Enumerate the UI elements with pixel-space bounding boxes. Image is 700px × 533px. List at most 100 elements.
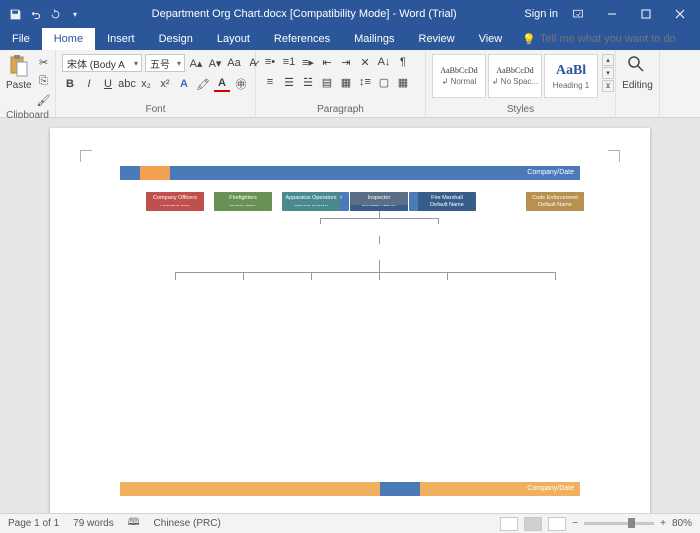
tab-insert[interactable]: Insert bbox=[95, 28, 147, 50]
tab-view[interactable]: View bbox=[467, 28, 515, 50]
group-editing: Editing bbox=[616, 50, 660, 117]
save-icon[interactable] bbox=[8, 7, 22, 21]
underline-button[interactable]: U bbox=[100, 76, 116, 92]
style-normal[interactable]: AaBbCcDd↲ Normal bbox=[432, 54, 486, 98]
tab-layout[interactable]: Layout bbox=[205, 28, 262, 50]
web-layout-button[interactable] bbox=[548, 517, 566, 531]
line-spacing-icon[interactable]: ↕≡ bbox=[357, 74, 373, 90]
paste-button[interactable]: Paste bbox=[6, 54, 32, 91]
ribbon-options-icon[interactable] bbox=[564, 0, 592, 28]
find-icon bbox=[626, 54, 650, 78]
minimize-button[interactable] bbox=[598, 0, 626, 28]
bold-button[interactable]: B bbox=[62, 76, 78, 92]
node-marshall[interactable]: Fire MarshallDefault Name bbox=[418, 192, 476, 211]
undo-icon[interactable] bbox=[28, 7, 42, 21]
cut-icon[interactable]: ✂ bbox=[36, 54, 52, 70]
print-layout-button[interactable] bbox=[524, 517, 542, 531]
zoom-thumb[interactable] bbox=[628, 518, 635, 528]
numbering-icon[interactable]: ≡1 bbox=[281, 54, 297, 70]
font-color-icon[interactable]: A bbox=[214, 76, 230, 92]
italic-button[interactable]: I bbox=[81, 76, 97, 92]
title-bar: ▾ Department Org Chart.docx [Compatibili… bbox=[0, 0, 700, 28]
strikethrough-button[interactable]: abc bbox=[119, 76, 135, 92]
window-title: Department Org Chart.docx [Compatibility… bbox=[90, 8, 518, 20]
styles-scroll-up-icon[interactable]: ▴ bbox=[602, 54, 614, 66]
close-button[interactable] bbox=[666, 0, 694, 28]
node-ce2[interactable]: Code EnforcementDefault Name bbox=[526, 192, 584, 211]
read-mode-button[interactable] bbox=[500, 517, 518, 531]
zoom-in-button[interactable]: + bbox=[660, 518, 666, 529]
format-painter-icon[interactable]: 🖌 bbox=[36, 92, 52, 108]
highlight-icon[interactable]: 🖍 bbox=[195, 76, 211, 92]
ribbon: Paste ✂ ⎘ 🖌 Clipboard 宋体 (Body A 五号 A▴ A… bbox=[0, 50, 700, 118]
text-effects-icon[interactable]: A bbox=[176, 76, 192, 92]
bullets-icon[interactable]: ≡• bbox=[262, 54, 278, 70]
enclose-chars-icon[interactable]: ㊥ bbox=[233, 76, 249, 92]
redo-icon[interactable] bbox=[48, 7, 62, 21]
crop-mark bbox=[608, 150, 620, 162]
qat-customize-icon[interactable]: ▾ bbox=[68, 7, 82, 21]
document-area[interactable]: Company/Date Fire ChiefDefault Name Prog… bbox=[0, 118, 700, 513]
shrink-font-icon[interactable]: A▾ bbox=[207, 55, 223, 71]
change-case-icon[interactable]: Aa bbox=[226, 55, 242, 71]
zoom-out-button[interactable]: − bbox=[572, 518, 578, 529]
styles-gallery[interactable]: AaBbCcDd↲ Normal AaBbCcDd↲ No Spac... Aa… bbox=[432, 54, 598, 98]
distributed-icon[interactable]: ▦ bbox=[338, 74, 354, 90]
tell-me-box[interactable]: 💡 bbox=[514, 28, 700, 50]
font-family-select[interactable]: 宋体 (Body A bbox=[62, 54, 142, 72]
sign-in-link[interactable]: Sign in bbox=[524, 8, 558, 20]
node-ff-green[interactable]: Firefighters bbox=[214, 192, 272, 205]
styles-more-icon[interactable]: ⊻ bbox=[602, 80, 614, 92]
decrease-indent-icon[interactable]: ⇤ bbox=[319, 54, 335, 70]
copy-icon[interactable]: ⎘ bbox=[36, 73, 52, 89]
asian-layout-icon[interactable]: ✕ bbox=[357, 54, 373, 70]
superscript-button[interactable]: x² bbox=[157, 76, 173, 92]
styles-scroll-down-icon[interactable]: ▾ bbox=[602, 67, 614, 79]
group-font: 宋体 (Body A 五号 A▴ A▾ Aa A̷ B I U abc x₂ x… bbox=[56, 50, 256, 117]
show-marks-icon[interactable]: ¶ bbox=[395, 54, 411, 70]
quick-access-toolbar: ▾ bbox=[0, 7, 90, 21]
tab-mailings[interactable]: Mailings bbox=[342, 28, 406, 50]
sort-icon[interactable]: A↓ bbox=[376, 54, 392, 70]
paste-icon bbox=[7, 54, 31, 78]
tab-home[interactable]: Home bbox=[42, 28, 95, 50]
tab-design[interactable]: Design bbox=[147, 28, 205, 50]
header-bar[interactable]: Company/Date bbox=[120, 166, 580, 180]
language-status[interactable]: Chinese (PRC) bbox=[154, 518, 221, 529]
justify-icon[interactable]: ▤ bbox=[319, 74, 335, 90]
zoom-slider[interactable] bbox=[584, 522, 654, 525]
header-label: Company/Date bbox=[527, 166, 574, 180]
subscript-button[interactable]: x₂ bbox=[138, 76, 154, 92]
paragraph-group-label: Paragraph bbox=[262, 102, 419, 117]
increase-indent-icon[interactable]: ⇥ bbox=[338, 54, 354, 70]
node-co-red[interactable]: Company Officers bbox=[146, 192, 204, 205]
node-app-op-blue[interactable]: Apparatus Operators bbox=[282, 192, 340, 205]
style-no-spacing[interactable]: AaBbCcDd↲ No Spac... bbox=[488, 54, 542, 98]
tab-review[interactable]: Review bbox=[407, 28, 467, 50]
multilevel-icon[interactable]: ≡▸ bbox=[300, 54, 316, 70]
org-chart[interactable]: Fire ChiefDefault Name Program ManagerDe… bbox=[120, 192, 580, 472]
font-size-select[interactable]: 五号 bbox=[145, 54, 185, 72]
tab-references[interactable]: References bbox=[262, 28, 342, 50]
page[interactable]: Company/Date Fire ChiefDefault Name Prog… bbox=[50, 128, 650, 513]
status-bar: Page 1 of 1 79 words 🕮 Chinese (PRC) − +… bbox=[0, 513, 700, 533]
node-insp5[interactable]: Inspector bbox=[350, 192, 408, 205]
grow-font-icon[interactable]: A▴ bbox=[188, 55, 204, 71]
editing-label: Editing bbox=[622, 80, 653, 91]
style-heading1[interactable]: AaBlHeading 1 bbox=[544, 54, 598, 98]
borders-icon[interactable]: ▦ bbox=[395, 74, 411, 90]
page-count[interactable]: Page 1 of 1 bbox=[8, 518, 59, 529]
group-styles: AaBbCcDd↲ Normal AaBbCcDd↲ No Spac... Aa… bbox=[426, 50, 616, 117]
tab-file[interactable]: File bbox=[0, 28, 42, 50]
zoom-level[interactable]: 80% bbox=[672, 518, 692, 529]
footer-bar[interactable]: Company/Date bbox=[120, 482, 580, 496]
tell-me-input[interactable] bbox=[540, 33, 700, 45]
align-center-icon[interactable]: ☰ bbox=[281, 74, 297, 90]
align-right-icon[interactable]: ☱ bbox=[300, 74, 316, 90]
word-count[interactable]: 79 words bbox=[73, 518, 114, 529]
proofing-icon[interactable]: 🕮 bbox=[128, 515, 140, 532]
shading-icon[interactable]: ▢ bbox=[376, 74, 392, 90]
align-left-icon[interactable]: ≡ bbox=[262, 74, 278, 90]
editing-button[interactable]: Editing bbox=[622, 54, 653, 91]
maximize-button[interactable] bbox=[632, 0, 660, 28]
